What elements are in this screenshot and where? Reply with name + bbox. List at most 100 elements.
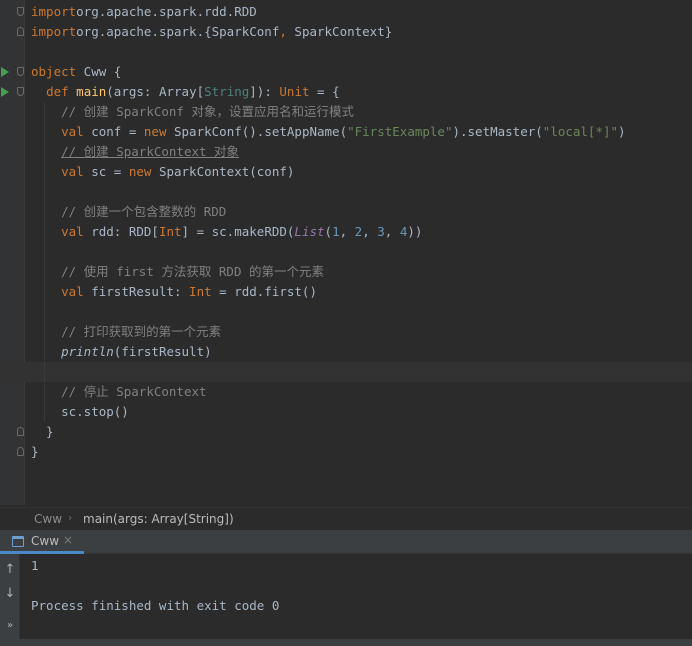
breadcrumb-object[interactable]: Cww bbox=[34, 512, 62, 526]
code-text: val sc = new SparkContext(conf) bbox=[31, 163, 294, 181]
code-token: ]): bbox=[249, 84, 280, 99]
code-line[interactable] bbox=[0, 242, 692, 262]
code-token: SparkContext} bbox=[286, 24, 393, 39]
code-line[interactable]: // 停止 SparkContext bbox=[0, 382, 692, 402]
code-line[interactable]: object Cww { bbox=[0, 62, 692, 82]
code-text: // 创建 SparkConf 对象，设置应用名和运行模式 bbox=[31, 103, 354, 121]
code-line[interactable]: sc.stop() bbox=[0, 402, 692, 422]
code-line[interactable]: importorg.apache.spark.rdd.RDD bbox=[0, 2, 692, 22]
code-text: importorg.apache.spark.{SparkConf, Spark… bbox=[31, 23, 392, 41]
code-line[interactable]: // 创建 SparkContext 对象 bbox=[0, 142, 692, 162]
code-token: } bbox=[31, 424, 54, 439]
code-text: val rdd: RDD[Int] = sc.makeRDD(List(1, 2… bbox=[31, 223, 422, 241]
code-line[interactable]: importorg.apache.spark.{SparkConf, Spark… bbox=[0, 22, 692, 42]
code-token: org.apache.spark.rdd.RDD bbox=[76, 4, 257, 19]
code-token: object bbox=[31, 64, 77, 79]
code-token: ) bbox=[618, 124, 626, 139]
current-line[interactable] bbox=[0, 362, 692, 382]
code-line[interactable]: // 创建一个包含整数的 RDD bbox=[0, 202, 692, 222]
code-editor[interactable]: importorg.apache.spark.rdd.RDD importorg.… bbox=[0, 0, 692, 505]
code-line[interactable]: println(firstResult) bbox=[0, 342, 692, 362]
run-tool-window: Cww × ↑ ↓ » 1 Process finished with exit… bbox=[0, 530, 692, 646]
code-line[interactable] bbox=[0, 182, 692, 202]
code-token: // 打印获取到的第一个元素 bbox=[61, 324, 222, 339]
fold-icon[interactable] bbox=[17, 87, 24, 96]
code-line[interactable]: // 使用 first 方法获取 RDD 的第一个元素 bbox=[0, 262, 692, 282]
code-token: String bbox=[204, 84, 250, 99]
code-token: firstResult: bbox=[83, 284, 190, 299]
code-token: , bbox=[362, 224, 378, 239]
code-token: SparkContext(conf) bbox=[151, 164, 295, 179]
fold-icon[interactable] bbox=[17, 67, 24, 76]
console-output[interactable]: 1 Process finished with exit code 0 bbox=[31, 554, 681, 646]
code-line[interactable]: } bbox=[0, 442, 692, 462]
code-token: = { bbox=[309, 84, 340, 99]
code-token: Unit bbox=[279, 84, 310, 99]
breadcrumb-method[interactable]: main(args: Array[String]) bbox=[83, 512, 234, 526]
code-line[interactable]: // 打印获取到的第一个元素 bbox=[0, 322, 692, 342]
code-line[interactable]: def main(args: Array[String]): Unit = { bbox=[0, 82, 692, 102]
fold-icon[interactable] bbox=[17, 7, 24, 16]
code-line[interactable] bbox=[0, 302, 692, 322]
code-token: SparkConf().setAppName( bbox=[166, 124, 348, 139]
status-bar bbox=[0, 639, 692, 646]
code-token: "local[*]" bbox=[542, 124, 619, 139]
code-token: 1 bbox=[332, 224, 340, 239]
code-token: sc = bbox=[83, 164, 129, 179]
code-token: // 使用 first 方法获取 RDD 的第一个元素 bbox=[61, 264, 324, 279]
code-token: Int bbox=[158, 224, 182, 239]
run-icon[interactable] bbox=[1, 87, 9, 97]
code-line[interactable] bbox=[0, 42, 692, 62]
code-line[interactable]: val firstResult: Int = rdd.first() bbox=[0, 282, 692, 302]
code-token: , bbox=[339, 224, 355, 239]
code-token: )) bbox=[407, 224, 423, 239]
code-text: // 使用 first 方法获取 RDD 的第一个元素 bbox=[31, 263, 324, 281]
code-token: main bbox=[76, 84, 107, 99]
arrow-up-icon[interactable]: ↑ bbox=[0, 560, 20, 580]
console-icon bbox=[12, 536, 24, 547]
run-icon[interactable] bbox=[1, 67, 9, 77]
code-token: org.apache.spark.{SparkConf bbox=[76, 24, 280, 39]
close-icon[interactable]: × bbox=[63, 533, 73, 547]
code-token: // 停止 SparkContext bbox=[61, 384, 207, 399]
code-token: println bbox=[61, 344, 114, 359]
code-token: ( bbox=[324, 224, 333, 239]
code-text: def main(args: Array[String]): Unit = { bbox=[31, 83, 340, 101]
code-line[interactable]: } bbox=[0, 422, 692, 442]
code-token: val bbox=[61, 164, 84, 179]
code-text: // 创建一个包含整数的 RDD bbox=[31, 203, 226, 221]
code-text: println(firstResult) bbox=[31, 343, 212, 361]
indent-guide bbox=[44, 102, 45, 422]
code-token: ] = sc.makeRDD( bbox=[181, 224, 295, 239]
code-line[interactable]: // 创建 SparkConf 对象，设置应用名和运行模式 bbox=[0, 102, 692, 122]
tab-run-cww[interactable]: Cww × bbox=[0, 530, 84, 554]
code-line[interactable]: val conf = new SparkConf().setAppName("F… bbox=[0, 122, 692, 142]
code-token: rdd: RDD[ bbox=[83, 224, 159, 239]
breadcrumb: Cww › main(args: Array[String]) bbox=[0, 507, 692, 529]
arrow-down-icon[interactable]: ↓ bbox=[0, 584, 20, 604]
code-text: // 打印获取到的第一个元素 bbox=[31, 323, 221, 341]
code-token: val bbox=[61, 284, 84, 299]
code-text: // 创建 SparkContext 对象 bbox=[31, 143, 239, 161]
fold-icon[interactable] bbox=[17, 427, 24, 436]
code-text: // 停止 SparkContext bbox=[31, 383, 207, 401]
fold-icon[interactable] bbox=[17, 447, 24, 456]
more-actions-icon[interactable]: » bbox=[0, 616, 20, 636]
code-token: 3 bbox=[377, 224, 385, 239]
tab-label: Cww bbox=[31, 534, 60, 548]
code-line[interactable]: val rdd: RDD[Int] = sc.makeRDD(List(1, 2… bbox=[0, 222, 692, 242]
fold-icon[interactable] bbox=[17, 27, 24, 36]
code-token: sc.stop() bbox=[31, 404, 129, 419]
run-toolbar: ↑ ↓ » bbox=[0, 554, 20, 646]
code-token: "FirstExample" bbox=[347, 124, 453, 139]
code-line[interactable]: val sc = new SparkContext(conf) bbox=[0, 162, 692, 182]
chevron-right-icon: › bbox=[68, 511, 73, 524]
